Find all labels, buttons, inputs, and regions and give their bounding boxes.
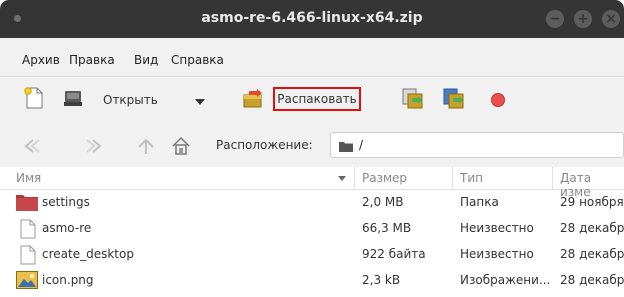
file-icon (20, 219, 36, 239)
file-name: asmo-re (42, 221, 92, 235)
column-divider[interactable] (452, 167, 453, 189)
add-files-icon[interactable] (402, 88, 424, 110)
file-date: 28 декабря (560, 273, 624, 287)
file-type: Неизвестно (460, 247, 534, 261)
file-name: settings (42, 195, 90, 209)
file-type: Неизвестно (460, 221, 534, 235)
back-icon[interactable] (24, 138, 44, 154)
new-archive-icon[interactable] (24, 87, 44, 109)
file-date: 29 ноября (560, 195, 624, 209)
file-date: 28 декабря (560, 221, 624, 235)
file-size: 2,3 kB (362, 273, 401, 287)
title-bar[interactable]: asmo-re-6.466-linux-x64.zip − + × (0, 0, 624, 38)
file-row[interactable]: asmo-re 66,3 MB Неизвестно 28 декабря (0, 216, 624, 242)
folder-icon (16, 195, 38, 211)
column-divider[interactable] (552, 167, 553, 189)
menu-bar: Архив Правка Вид Справка (0, 38, 624, 77)
file-name: create_desktop (42, 247, 134, 261)
file-row[interactable]: settings 2,0 MB Папка 29 ноября (0, 190, 624, 216)
column-size-header[interactable]: Размер (362, 171, 407, 185)
open-archive-icon[interactable] (63, 88, 83, 108)
menu-view[interactable]: Вид (134, 53, 158, 67)
toolbar: Открыть Распаковать (0, 77, 624, 123)
menu-archive[interactable]: Архив (22, 53, 60, 67)
column-name-header[interactable]: Имя (16, 171, 41, 185)
close-button[interactable]: × (602, 10, 620, 28)
open-button-label[interactable]: Открыть (103, 93, 158, 107)
file-icon (20, 245, 36, 265)
menu-help[interactable]: Справка (171, 53, 224, 67)
file-type: Изображени... (460, 273, 551, 287)
minimize-button[interactable]: − (546, 10, 564, 28)
file-size: 66,3 MB (362, 221, 412, 235)
stop-icon[interactable] (491, 93, 505, 107)
extract-icon[interactable] (241, 89, 265, 109)
location-bar: Расположение: / (0, 123, 624, 168)
file-size: 922 байта (362, 247, 426, 261)
file-list-header: Имя Размер Тип Дата изме (0, 167, 624, 199)
column-type-header[interactable]: Тип (460, 171, 483, 185)
file-row[interactable]: create_desktop 922 байта Неизвестно 28 д… (0, 242, 624, 268)
location-label: Расположение: (216, 138, 313, 152)
maximize-button[interactable]: + (574, 10, 592, 28)
file-row[interactable]: icon.png 2,3 kB Изображени... 28 декабря (0, 268, 624, 294)
file-name: icon.png (42, 273, 94, 287)
file-size: 2,0 MB (362, 195, 404, 209)
archive-manager-window: asmo-re-6.466-linux-x64.zip − + × Архив … (0, 0, 624, 297)
menu-edit[interactable]: Правка (69, 53, 115, 67)
add-folder-icon[interactable] (443, 88, 465, 110)
file-date: 28 декабря (560, 247, 624, 261)
location-field[interactable]: / (330, 132, 624, 158)
sort-descending-icon (338, 176, 346, 181)
extract-button[interactable]: Распаковать (273, 87, 361, 111)
image-icon (16, 271, 38, 289)
home-icon[interactable] (171, 136, 191, 156)
window-title: asmo-re-6.466-linux-x64.zip (201, 10, 423, 26)
location-path: / (359, 138, 364, 152)
file-type: Папка (460, 195, 499, 209)
open-dropdown-caret[interactable] (195, 99, 205, 105)
folder-icon (339, 142, 353, 152)
column-divider[interactable] (354, 167, 355, 189)
forward-icon[interactable] (82, 138, 102, 154)
up-icon[interactable] (137, 138, 155, 156)
